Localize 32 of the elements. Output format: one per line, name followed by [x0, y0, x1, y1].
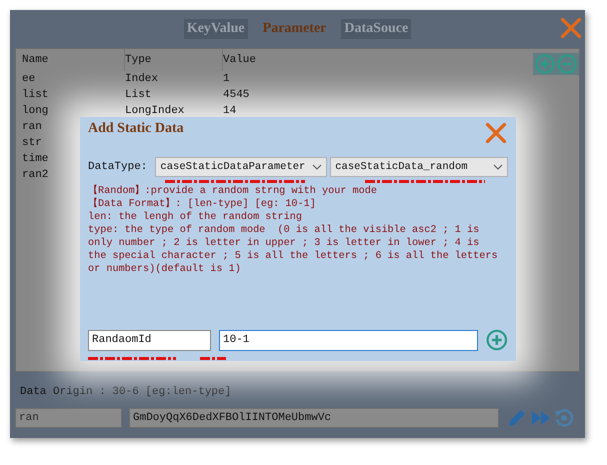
- data-origin-text: Data Origin : 30-6 [eg:len-type]: [20, 386, 232, 398]
- dropdown[interactable]: caseStaticData_random: [330, 157, 508, 177]
- column-header: Type: [125, 54, 152, 66]
- column-header: Name: [22, 54, 48, 66]
- dropdown[interactable]: caseStaticDataParameter: [155, 157, 328, 177]
- table-cell: Index: [125, 73, 158, 85]
- table-cell: 4545: [223, 89, 250, 101]
- table-cell: ran: [22, 121, 42, 133]
- help-text: 【Data Format】: [len-type] [eg: 10-1]: [88, 198, 317, 211]
- table-cell: long: [22, 105, 48, 117]
- table-cell: str: [22, 137, 42, 149]
- help-text: only number ; 2 is letter in upper ; 3 is letter in lower ; 4 is: [88, 237, 480, 250]
- table-cell: ee: [22, 73, 36, 85]
- table-cell: LongIndex: [125, 105, 184, 117]
- table-cell: 14: [223, 105, 236, 117]
- column-header: Value: [223, 54, 256, 66]
- format-input[interactable]: 10-1: [219, 330, 478, 350]
- value-field[interactable]: GmDoyQqX6DedXFBOlIINTOMeUbmwVc: [129, 408, 499, 428]
- table-cell: ran2: [22, 169, 48, 181]
- help-text: the special character ; 5 is all the letters ; 6 is all the letters: [88, 250, 499, 263]
- help-text: type: the type of random mode (0 is all the visible asc2 ; 1 is: [88, 224, 480, 237]
- name-input[interactable]: RandaomId: [88, 330, 211, 350]
- help-text: len: the lengh of the random string: [88, 211, 303, 224]
- datatype-label: DataType:: [88, 161, 148, 173]
- table-cell: list: [22, 89, 48, 101]
- table-cell: 1: [223, 73, 230, 85]
- table-cell: List: [125, 89, 152, 101]
- help-text: 【Random】:provide a random strng with your mode: [88, 185, 378, 198]
- help-text: or numbers)(default is 1): [88, 263, 242, 276]
- dialog-title: Add Static Data: [88, 121, 184, 137]
- table-cell: time: [22, 153, 48, 165]
- name-field[interactable]: ran: [15, 408, 122, 428]
